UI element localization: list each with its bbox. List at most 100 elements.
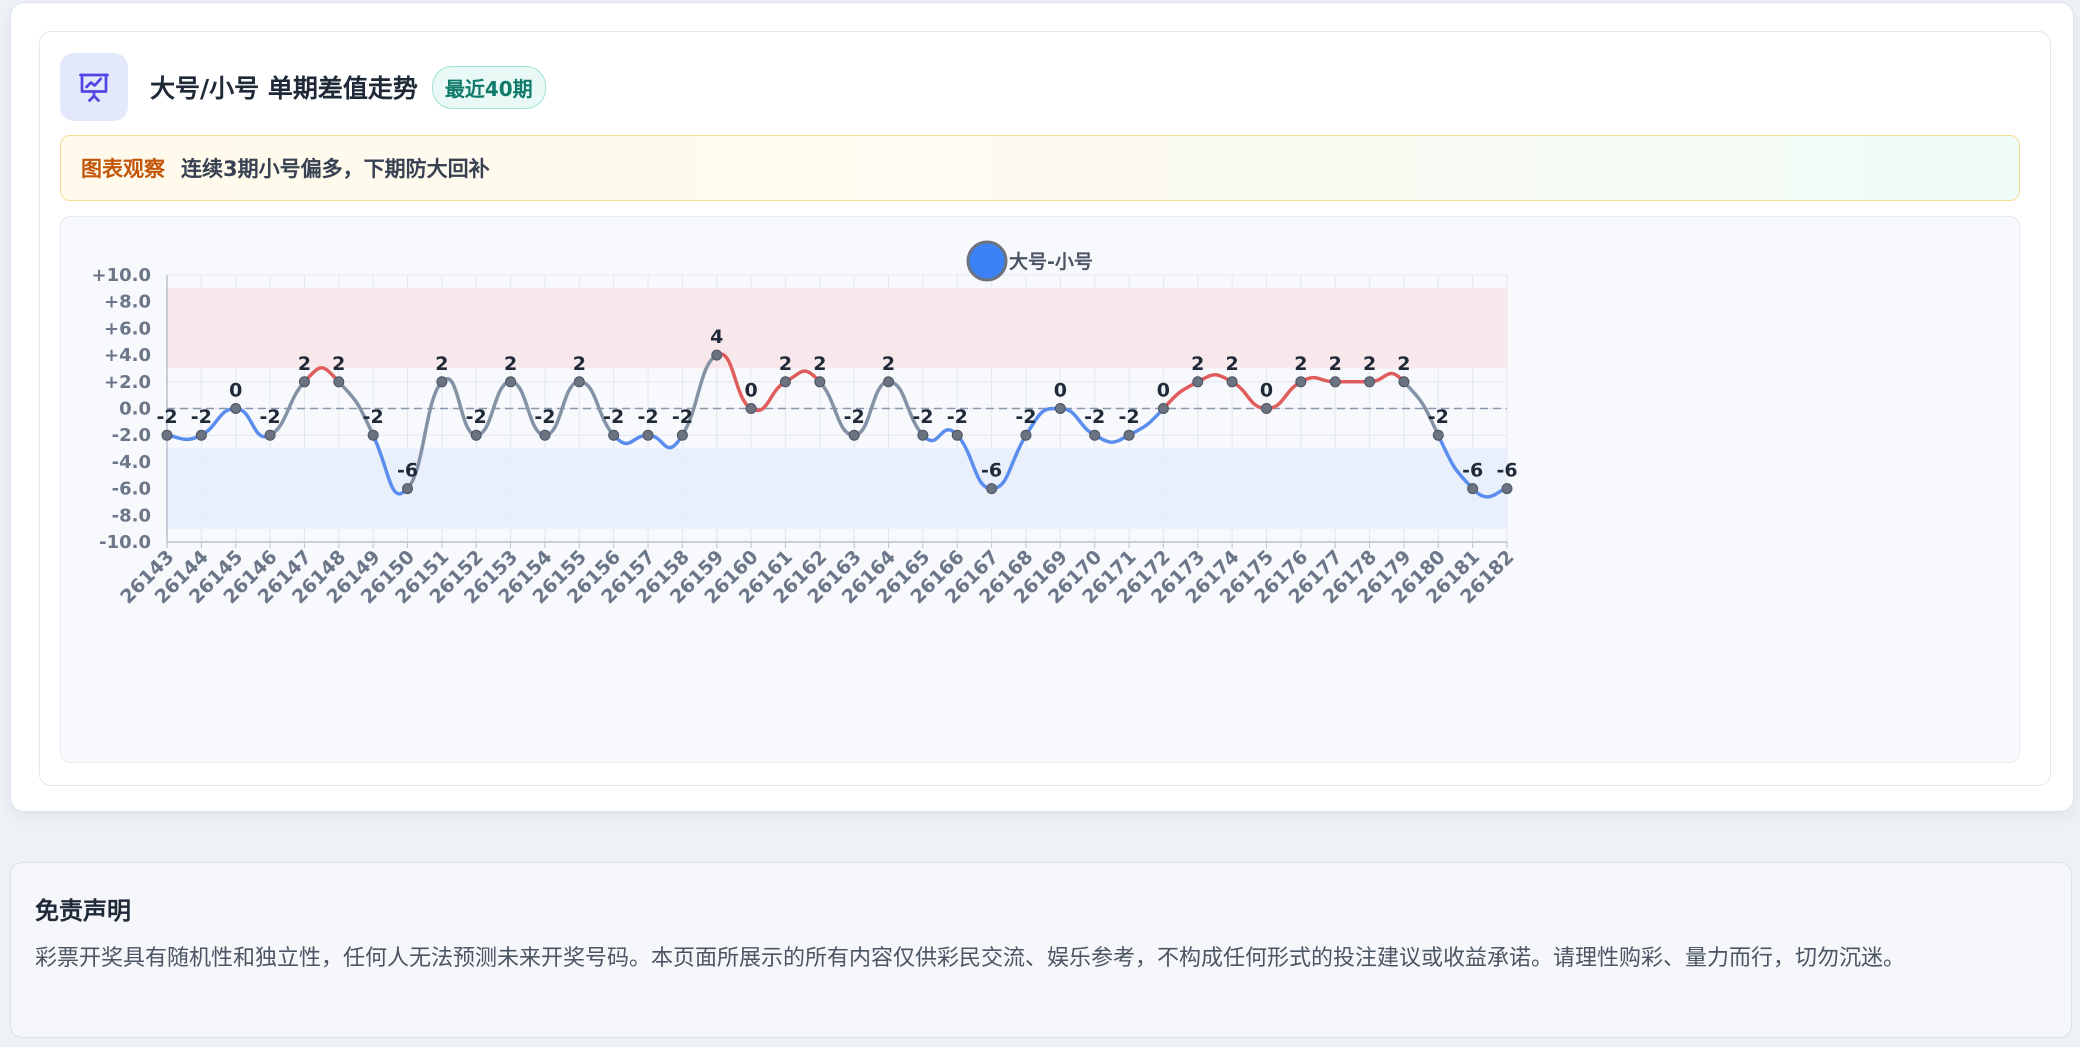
y-tick-label: -6.0 xyxy=(112,479,151,500)
presentation-chart-icon xyxy=(60,53,128,121)
data-point xyxy=(1329,376,1341,388)
data-point xyxy=(883,376,895,388)
data-point xyxy=(1260,403,1272,414)
data-label: -2 xyxy=(1015,406,1036,428)
data-label: 0 xyxy=(229,380,242,402)
insight-banner: 图表观察 连续3期小号偏多，下期防大回补 xyxy=(60,135,2020,201)
data-label: -2 xyxy=(534,406,555,428)
data-label: -2 xyxy=(672,406,693,428)
data-point xyxy=(161,429,173,441)
data-point xyxy=(1295,376,1307,388)
data-label: -2 xyxy=(1084,406,1105,428)
data-label: 2 xyxy=(1226,353,1239,375)
y-tick-label: +10.0 xyxy=(92,265,152,286)
legend-marker xyxy=(966,240,1008,282)
data-point xyxy=(745,403,757,414)
data-label: -6 xyxy=(397,460,418,482)
y-tick-label: -4.0 xyxy=(112,452,151,473)
data-point xyxy=(333,376,345,388)
data-label: 0 xyxy=(1157,380,1170,402)
y-tick-label: +2.0 xyxy=(104,372,151,393)
data-label: 2 xyxy=(573,353,586,375)
data-point xyxy=(1398,376,1410,388)
y-tick-label: -10.0 xyxy=(99,532,151,553)
data-label: -2 xyxy=(1118,406,1139,428)
data-label: 2 xyxy=(435,353,448,375)
data-point xyxy=(436,376,448,388)
data-label: -2 xyxy=(947,406,968,428)
data-label: 2 xyxy=(1294,353,1307,375)
data-point xyxy=(711,349,723,361)
data-point xyxy=(779,376,791,388)
data-point xyxy=(986,483,998,495)
y-tick-label: -2.0 xyxy=(112,425,151,446)
data-point xyxy=(298,376,310,388)
card-header: 大号/小号 单期差值走势 最近40期 xyxy=(60,52,546,122)
y-tick-label: 0.0 xyxy=(119,399,151,420)
data-label: -6 xyxy=(1462,460,1483,482)
data-label: -2 xyxy=(363,406,384,428)
data-label: -2 xyxy=(912,406,933,428)
data-label: -6 xyxy=(981,460,1002,482)
legend: 大号-小号 xyxy=(966,240,1093,282)
data-point xyxy=(608,429,620,441)
data-point xyxy=(1432,429,1444,441)
data-point xyxy=(676,429,688,441)
insight-label: 图表观察 xyxy=(81,157,165,181)
data-point xyxy=(951,429,963,441)
data-label: 0 xyxy=(1054,380,1067,402)
insight-text: 连续3期小号偏多，下期防大回补 xyxy=(181,157,490,181)
data-label: -2 xyxy=(191,406,212,428)
data-label: -2 xyxy=(844,406,865,428)
data-label: 2 xyxy=(298,353,311,375)
data-point xyxy=(1501,483,1513,495)
data-label: -2 xyxy=(156,406,177,428)
chart-card: 大号/小号 单期差值走势 最近40期 图表观察 连续3期小号偏多，下期防大回补 … xyxy=(39,31,2051,786)
range-band xyxy=(167,448,1507,529)
data-point xyxy=(814,376,826,388)
disclaimer-title: 免责声明 xyxy=(35,897,131,925)
data-label: 2 xyxy=(504,353,517,375)
data-label: 0 xyxy=(1260,380,1273,402)
data-label: -2 xyxy=(603,406,624,428)
data-label: 2 xyxy=(1329,353,1342,375)
data-label: 2 xyxy=(332,353,345,375)
disclaimer-section: 免责声明 彩票开奖具有随机性和独立性，任何人无法预测未来开奖号码。本页面所展示的… xyxy=(10,862,2072,1038)
data-point xyxy=(1054,403,1066,414)
data-point xyxy=(505,376,517,388)
line-chart: +10.0 +8.0 +6.0 +4.0 +2.0 0.0 -2.0 -4.0 -6.0 -8.0… xyxy=(92,240,1519,608)
chart-title: 大号/小号 单期差值走势 xyxy=(150,74,418,103)
data-label: -2 xyxy=(637,406,658,428)
data-point xyxy=(367,429,379,441)
y-tick-label: +4.0 xyxy=(104,345,151,366)
data-point xyxy=(1089,429,1101,441)
data-point xyxy=(402,483,414,495)
data-point xyxy=(264,429,276,441)
data-point xyxy=(1192,376,1204,388)
data-label: -2 xyxy=(1428,406,1449,428)
data-point xyxy=(1226,376,1238,388)
y-tick-label: +8.0 xyxy=(104,292,151,313)
data-point xyxy=(470,429,482,441)
data-point xyxy=(539,429,551,441)
data-label: 2 xyxy=(1363,353,1376,375)
data-label: -2 xyxy=(260,406,281,428)
data-point xyxy=(1364,376,1376,388)
data-point xyxy=(1157,403,1169,414)
data-point xyxy=(642,429,654,441)
data-point xyxy=(573,376,585,388)
data-point xyxy=(1123,429,1135,441)
disclaimer-text: 彩票开奖具有随机性和独立性，任何人无法预测未来开奖号码。本页面所展示的所有内容仅… xyxy=(35,946,1906,971)
data-point xyxy=(195,429,207,441)
y-tick-label: +6.0 xyxy=(104,318,151,339)
chart-panel: +10.0 +8.0 +6.0 +4.0 +2.0 0.0 -2.0 -4.0 -6.0 -8.0… xyxy=(60,216,2020,763)
data-label: 4 xyxy=(710,326,723,348)
legend-label: 大号-小号 xyxy=(1009,250,1093,273)
data-point xyxy=(917,429,929,441)
trend-card: 大号/小号 单期差值走势 最近40期 图表观察 连续3期小号偏多，下期防大回补 … xyxy=(10,2,2074,812)
data-label: -6 xyxy=(1496,460,1517,482)
data-label: 2 xyxy=(813,353,826,375)
data-label: 2 xyxy=(882,353,895,375)
data-label: 2 xyxy=(1397,353,1410,375)
data-label: 2 xyxy=(1191,353,1204,375)
